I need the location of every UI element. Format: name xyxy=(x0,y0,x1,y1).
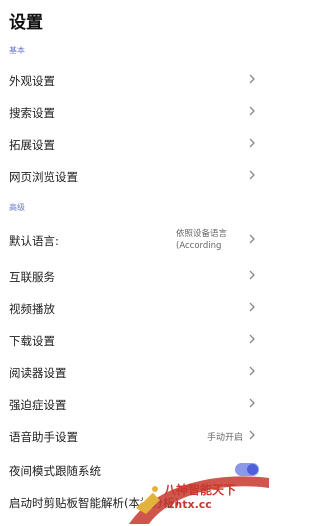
default-language-value: 依照设备语言 (According xyxy=(176,229,228,251)
row-video-playback[interactable]: 视频播放 xyxy=(0,293,269,323)
row-search-settings[interactable]: 搜索设置 xyxy=(0,97,269,127)
watermark-logo: 八神智能天下 zntx.cc xyxy=(124,466,269,526)
watermark-text-line1: 八神智能天下 xyxy=(164,483,237,497)
row-voice-assistant-settings[interactable]: 语音助手设置 手动开启 xyxy=(0,421,269,451)
row-reader-settings[interactable]: 阅读器设置 xyxy=(0,357,269,387)
row-label: 夜间模式跟随系统 xyxy=(9,464,101,478)
section-label-basic: 基本 xyxy=(9,46,25,55)
chevron-right-icon xyxy=(248,73,256,85)
chevron-right-icon xyxy=(248,137,256,149)
chevron-right-icon xyxy=(248,105,256,117)
row-appearance-settings[interactable]: 外观设置 xyxy=(0,65,269,95)
chevron-right-icon xyxy=(248,169,256,181)
row-default-language[interactable]: 默认语言: 依照设备语言 (According xyxy=(0,225,269,255)
page-title: 设置 xyxy=(9,13,43,33)
row-label: 搜索设置 xyxy=(9,106,55,120)
row-label: 互联服务 xyxy=(9,270,55,284)
chevron-right-icon xyxy=(248,429,256,441)
row-interconnect-service[interactable]: 互联服务 xyxy=(0,261,269,291)
row-label: 阅读器设置 xyxy=(9,366,67,380)
row-extension-settings[interactable]: 拓展设置 xyxy=(0,129,269,159)
chevron-right-icon xyxy=(248,301,256,313)
row-label: 网页浏览设置 xyxy=(9,170,78,184)
row-label: 视频播放 xyxy=(9,302,55,316)
row-label: 语音助手设置 xyxy=(9,430,78,444)
row-download-settings[interactable]: 下载设置 xyxy=(0,325,269,355)
voice-assistant-value: 手动开启 xyxy=(206,433,243,443)
row-label: 默认语言: xyxy=(9,234,59,248)
chevron-right-icon xyxy=(248,233,256,245)
row-browsing-settings[interactable]: 网页浏览设置 xyxy=(0,161,269,191)
row-ocd-settings[interactable]: 强迫症设置 xyxy=(0,389,269,419)
chevron-right-icon xyxy=(248,365,256,377)
chevron-right-icon xyxy=(248,333,256,345)
watermark-text-line2: zntx.cc xyxy=(168,498,212,511)
row-label: 拓展设置 xyxy=(9,138,55,152)
chevron-right-icon xyxy=(248,269,256,281)
chevron-right-icon xyxy=(248,397,256,409)
row-label: 下载设置 xyxy=(9,334,55,348)
section-label-advanced: 高级 xyxy=(9,203,25,212)
row-label: 强迫症设置 xyxy=(9,398,67,412)
row-label: 外观设置 xyxy=(9,74,55,88)
